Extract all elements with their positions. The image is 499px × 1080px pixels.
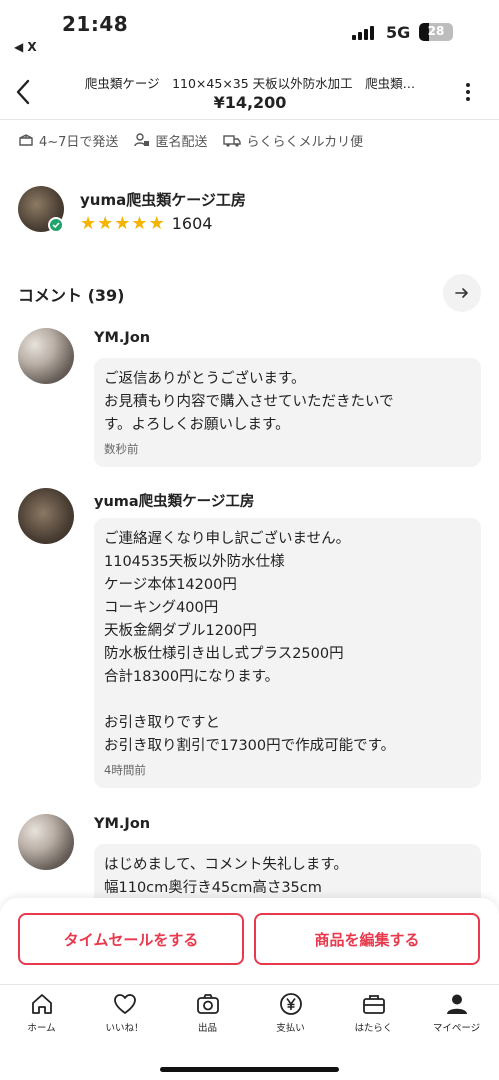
shipping-days-label: 4~7日で発送	[39, 134, 119, 150]
item-header: 爬虫類ケージ 110×45×35 天板以外防水加工 爬虫類… ¥14,200	[0, 62, 499, 120]
chevron-left-icon	[16, 79, 30, 105]
star-icon: ★	[131, 212, 148, 234]
back-to-app-link[interactable]: ◀ X	[14, 40, 37, 54]
status-bar: 21:48 ◀ X 5G 28	[0, 0, 499, 62]
tab-label: ホーム	[27, 1023, 56, 1034]
anonymous-shipping: 匿名配送	[134, 131, 207, 150]
item-price: ¥14,200	[213, 93, 287, 112]
comment-bubble: ご連絡遅くなり申し訳ございません。 1104535天板以外防水仕様 ケージ本体1…	[94, 518, 481, 788]
comment-text: 防水板仕様引き出し式プラス2500円	[104, 646, 344, 662]
tab-likes[interactable]: いいね！	[83, 991, 166, 1034]
comment-text: お見積もり内容で購入させていただきたいで	[104, 394, 394, 410]
camera-icon	[196, 994, 219, 1014]
comment-text: ご連絡遅くなり申し訳ございません。	[104, 531, 351, 547]
comment-text: す。よろしくお願いします。	[104, 417, 290, 433]
package-icon	[19, 134, 33, 146]
comment-text: ケージ本体14200円	[104, 577, 237, 593]
vertical-dots-icon	[458, 83, 478, 101]
tab-work[interactable]: はたらく	[332, 991, 415, 1034]
comments-more-button[interactable]	[443, 274, 481, 312]
tab-sell[interactable]: 出品	[166, 991, 249, 1034]
comment-bubble: ご返信ありがとうございます。 お見積もり内容で購入させていただきたいで す。よろ…	[94, 358, 481, 467]
commenter-name[interactable]: YM.Jon	[94, 816, 150, 832]
briefcase-icon	[362, 995, 385, 1014]
commenter-avatar[interactable]	[18, 814, 74, 870]
comment-text	[104, 689, 471, 712]
verified-check-icon	[48, 217, 64, 233]
seller-name[interactable]: yuma爬虫類ケージ工房	[80, 189, 246, 210]
user-icon	[446, 994, 467, 1014]
item-title: 爬虫類ケージ 110×45×35 天板以外防水加工 爬虫類…	[84, 76, 416, 91]
shipping-method-label: らくらくメルカリ便	[246, 134, 364, 150]
tab-mypage[interactable]: マイページ	[415, 991, 498, 1034]
comment-text: 合計18300円になります。	[104, 669, 280, 685]
more-options-button[interactable]	[458, 80, 478, 104]
comment-text: ご返信ありがとうございます。	[104, 371, 306, 387]
edit-item-button[interactable]: 商品を編集する	[254, 913, 480, 965]
comment-text: お引き取りですと	[104, 715, 220, 731]
yen-icon	[279, 993, 302, 1015]
timesale-button[interactable]: タイムセールをする	[18, 913, 244, 965]
comment-text: 幅110cm奥行き45cm高さ35cm	[104, 880, 322, 896]
rating-count: 1604	[171, 214, 213, 233]
comment-text: はじめまして、コメント失礼します。	[104, 857, 348, 873]
seller-rating: ★ ★ ★ ★ ★ 1604	[80, 214, 212, 233]
signal-icon	[352, 26, 378, 40]
star-icon: ★	[80, 212, 97, 234]
tab-label: はたらく	[354, 1023, 393, 1034]
shipping-method: らくらくメルカリ便	[223, 131, 363, 150]
comment-time: 数秒前	[104, 442, 139, 456]
tab-payment[interactable]: 支払い	[249, 991, 332, 1034]
status-time: 21:48	[62, 12, 129, 36]
comment-text: 1104535天板以外防水仕様	[104, 554, 285, 570]
comment-text: お引き取り割引で17300円で作成可能です。	[104, 738, 396, 754]
comments-header: コメント (39)	[18, 274, 481, 312]
comments-title: コメント (39)	[18, 286, 125, 305]
commenter-avatar[interactable]	[18, 488, 74, 544]
action-bar: タイムセールをする 商品を編集する	[0, 898, 499, 984]
home-icon	[31, 994, 52, 1014]
tab-home[interactable]: ホーム	[0, 991, 83, 1034]
anonymous-user-icon	[134, 133, 150, 147]
comment-time: 4時間前	[104, 763, 146, 777]
tab-label: 支払い	[276, 1023, 305, 1034]
comment-text: 天板金網ダブル1200円	[104, 623, 257, 639]
star-icon: ★	[97, 212, 114, 234]
seller-card[interactable]: yuma爬虫類ケージ工房 ★ ★ ★ ★ ★ 1604	[18, 186, 488, 238]
battery-level: 28	[427, 24, 445, 38]
tab-label: マイページ	[432, 1023, 481, 1034]
network-label: 5G	[386, 23, 411, 42]
battery-icon: 28	[419, 23, 453, 41]
tab-label: いいね！	[105, 1023, 144, 1034]
shipping-days: 4~7日で発送	[18, 131, 118, 150]
anonymous-shipping-label: 匿名配送	[155, 134, 208, 150]
commenter-name[interactable]: YM.Jon	[94, 330, 150, 346]
star-icon: ★	[148, 212, 165, 234]
commenter-name[interactable]: yuma爬虫類ケージ工房	[94, 490, 254, 511]
arrow-right-icon	[455, 288, 468, 298]
heart-icon	[113, 994, 136, 1014]
tab-label: 出品	[197, 1023, 217, 1034]
bottom-tab-bar: ホーム いいね！ 出品 支払い はたらく マイページ	[0, 984, 499, 1080]
home-indicator	[160, 1067, 339, 1072]
back-button[interactable]	[10, 76, 38, 108]
commenter-avatar[interactable]	[18, 328, 74, 384]
truck-icon	[223, 135, 242, 147]
shipping-info: 4~7日で発送 匿名配送 らくらくメルカリ便	[18, 128, 488, 152]
star-icon: ★	[114, 212, 131, 234]
comment-text: コーキング400円	[104, 600, 219, 616]
